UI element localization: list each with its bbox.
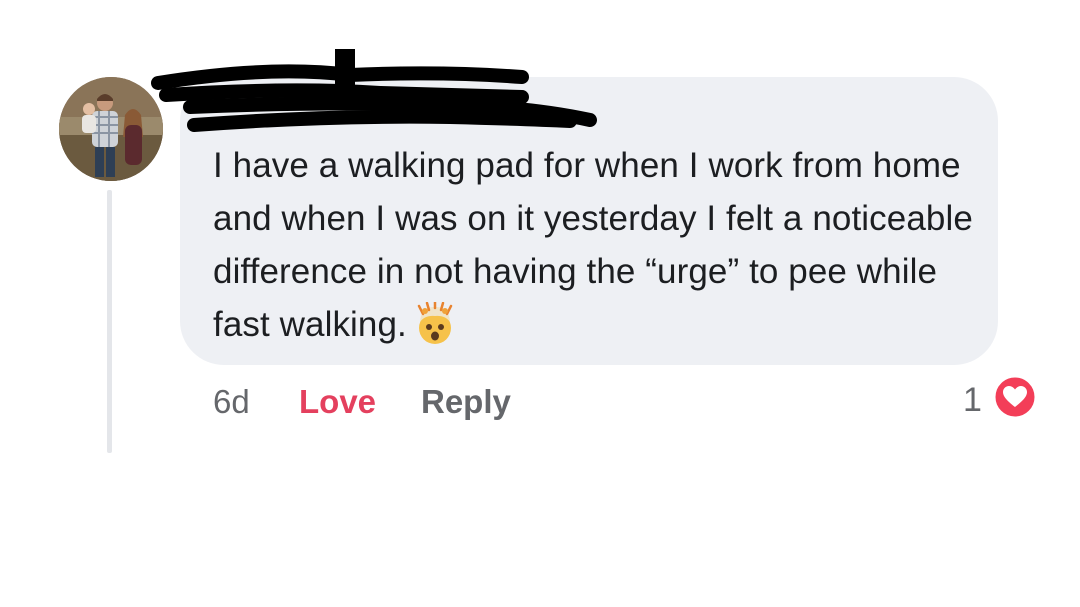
- comment-body: I have a walking pad for when I work fro…: [213, 146, 973, 344]
- reply-button[interactable]: Reply: [421, 380, 511, 424]
- comment-timestamp: 6d: [213, 383, 250, 420]
- comment-thread: I have a walking pad for when I work fro…: [0, 0, 1080, 607]
- heart-reaction-icon[interactable]: [992, 374, 1038, 420]
- avatar[interactable]: [59, 77, 163, 181]
- avatar-photo-icon: [59, 77, 163, 181]
- redacted-author-name: [151, 49, 597, 132]
- love-button[interactable]: Love: [299, 380, 376, 424]
- exploding-head-emoji-icon: [417, 302, 453, 344]
- thread-line: [107, 190, 112, 453]
- reaction-count[interactable]: 1: [963, 378, 982, 422]
- comment-text: I have a walking pad for when I work fro…: [213, 139, 983, 351]
